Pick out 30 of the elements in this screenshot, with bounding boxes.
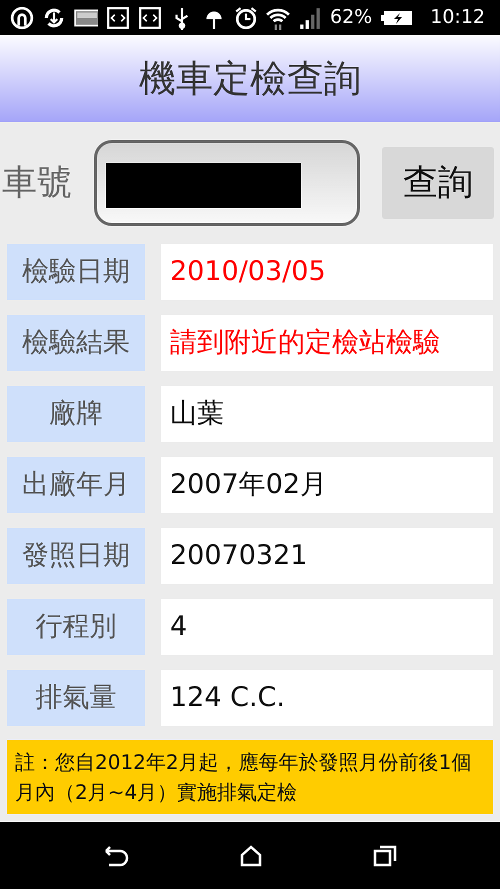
recent-apps-icon[interactable] [372,844,397,866]
field-value: 2010/03/05 [161,244,493,300]
field-label: 廠牌 [7,386,145,442]
plate-input-field[interactable] [94,140,360,226]
field-value: 20070321 [161,528,493,584]
home-icon[interactable] [240,844,262,866]
field-value: 請到附近的定檢站檢驗 [161,315,493,371]
field-value: 2007年02月 [161,457,493,513]
signal-icon [298,6,322,30]
hotspot-icon [10,6,34,30]
alarm-icon [234,6,258,30]
note-text: 註：您自2012年2月起，應每年於發照月份前後1個月內（2月~4月）實施排氣定檢 [7,740,493,814]
field-value: 124 C.C. [161,670,493,726]
field-label: 行程別 [7,599,145,655]
field-value: 山葉 [161,386,493,442]
field-label: 發照日期 [7,528,145,584]
field-label: 檢驗日期 [7,244,145,300]
search-button[interactable]: 查詢 [382,147,494,219]
sync-icon [42,6,66,30]
app-title: 機車定檢查詢 [139,56,361,102]
field-label: 車號 [2,162,72,205]
field-label: 檢驗結果 [7,315,145,371]
battery-level: 62% [330,5,372,30]
field-label: 出廠年月 [7,457,145,513]
clock: 10:12 [430,5,485,30]
code-icon [138,6,162,30]
back-icon[interactable] [103,844,130,866]
field-label: 排氣量 [7,670,145,726]
field-value: 4 [161,599,493,655]
code-icon [106,6,130,30]
